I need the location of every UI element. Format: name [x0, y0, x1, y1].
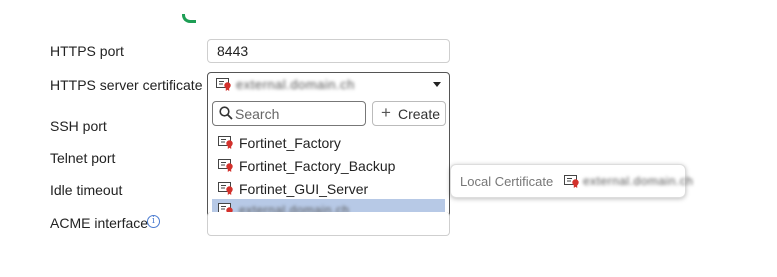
telnet-port-label: Telnet port — [50, 150, 116, 166]
acme-interface-label: ACME interface — [50, 215, 149, 231]
certificate-dropdown: Search + Create Fortinet_Factory Fortine… — [207, 95, 450, 226]
certificate-tooltip: Local Certificate external.domain.ch — [450, 164, 693, 198]
certificate-icon — [218, 159, 234, 175]
certificate-icon — [564, 175, 580, 191]
option-fortinet-factory-backup[interactable]: Fortinet_Factory_Backup — [212, 155, 445, 178]
option-fortinet-gui-server[interactable]: Fortinet_GUI_Server — [212, 178, 445, 201]
https-cert-select[interactable]: external.domain.ch — [207, 72, 450, 96]
plus-icon: + — [381, 103, 391, 122]
option-label: Fortinet_GUI_Server — [239, 181, 369, 197]
create-button[interactable]: + Create — [372, 101, 446, 126]
certificate-icon — [218, 136, 234, 152]
certificate-icon — [218, 182, 234, 198]
https-cert-label: HTTPS server certificate — [50, 77, 203, 93]
info-icon[interactable]: i — [147, 215, 160, 228]
https-port-label: HTTPS port — [50, 43, 124, 59]
search-input[interactable]: Search — [212, 101, 366, 126]
tooltip-value: external.domain.ch — [583, 174, 694, 188]
acme-interface-select[interactable] — [207, 212, 450, 236]
certificate-icon — [216, 78, 232, 94]
selected-certificate-value: external.domain.ch — [236, 77, 355, 92]
status-indicator — [182, 14, 196, 23]
search-placeholder: Search — [235, 106, 280, 122]
https-port-input[interactable]: 8443 — [207, 39, 450, 63]
option-fortinet-factory[interactable]: Fortinet_Factory — [212, 132, 445, 155]
ssh-port-label: SSH port — [50, 118, 107, 134]
idle-timeout-label: Idle timeout — [50, 182, 123, 198]
option-label: Fortinet_Factory_Backup — [239, 158, 396, 174]
option-label: Fortinet_Factory — [239, 135, 341, 151]
tooltip-label: Local Certificate — [460, 174, 554, 189]
create-label: Create — [398, 106, 441, 122]
chevron-down-icon[interactable] — [433, 82, 441, 87]
search-icon — [219, 106, 233, 120]
